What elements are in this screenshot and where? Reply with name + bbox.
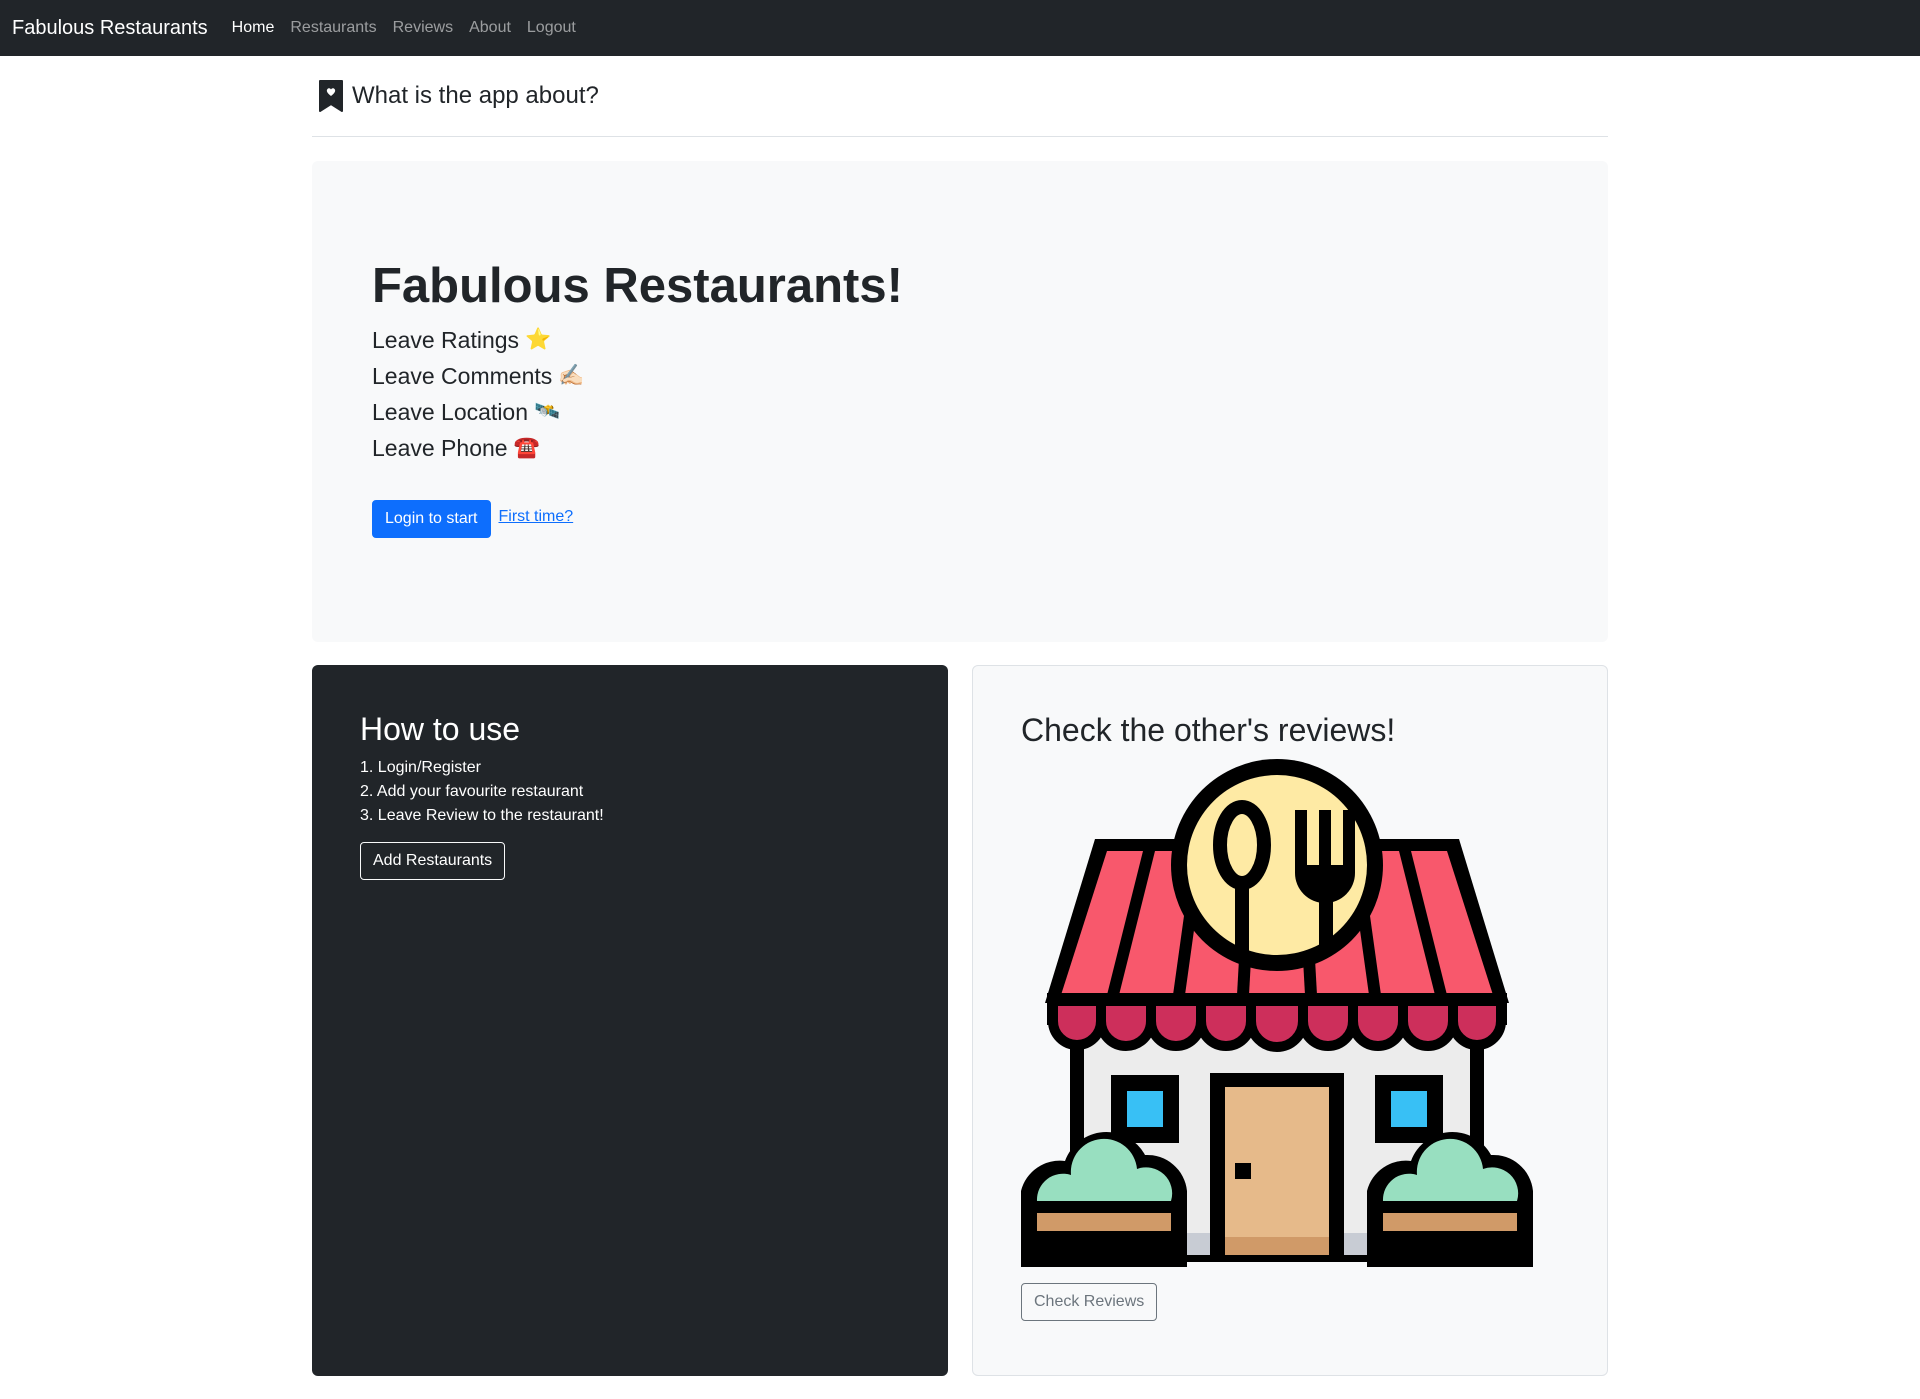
steps-list: 1. Login/Register 2. Add your favourite … [360, 756, 900, 828]
list-item: 3. Leave Review to the restaurant! [360, 807, 604, 824]
feature-location: Leave Location 🛰️ [372, 394, 1548, 430]
page-title: What is the app about? [352, 82, 599, 109]
feature-phone: Leave Phone ☎️ [372, 430, 1548, 466]
check-reviews-button[interactable]: Check Reviews [1021, 1283, 1158, 1321]
hero-section: Fabulous Restaurants! Leave Ratings ⭐ Le… [312, 161, 1608, 642]
satellite-icon: 🛰️ [534, 399, 561, 423]
first-time-link[interactable]: First time? [499, 508, 574, 526]
navbar-brand[interactable]: Fabulous Restaurants [12, 17, 208, 40]
nav-link-about[interactable]: About [469, 19, 511, 37]
feature-label: Leave Comments [372, 362, 553, 389]
hero-title: Fabulous Restaurants! [372, 259, 903, 313]
nav-link-home[interactable]: Home [232, 19, 275, 37]
nav-link-logout[interactable]: Logout [527, 19, 576, 37]
how-to-use-card: How to use 1. Login/Register 2. Add your… [312, 665, 948, 1376]
login-button[interactable]: Login to start [372, 499, 491, 538]
list-item: 2. Add your favourite restaurant [360, 783, 584, 800]
restaurant-building-icon [1021, 759, 1533, 1267]
how-to-use-title: How to use [360, 711, 521, 747]
telephone-icon: ☎️ [513, 435, 540, 459]
writing-hand-icon: ✍🏻 [558, 363, 585, 387]
feature-label: Leave Phone [372, 434, 508, 461]
hero-actions: Login to start First time? [372, 499, 1548, 538]
nav-links: Home Restaurants Reviews About Logout [232, 19, 592, 37]
reviews-card: Check the other's reviews! Check Reviews [972, 665, 1608, 1376]
feature-comments: Leave Comments ✍🏻 [372, 358, 1548, 394]
star-icon: ⭐ [525, 327, 552, 351]
list-item: 1. Login/Register [360, 759, 481, 776]
nav-link-restaurants[interactable]: Restaurants [290, 19, 376, 37]
navbar: Fabulous Restaurants Home Restaurants Re… [0, 0, 1920, 56]
feature-label: Leave Location [372, 398, 529, 425]
feature-ratings: Leave Ratings ⭐ [372, 322, 1548, 358]
nav-link-reviews[interactable]: Reviews [393, 19, 453, 37]
bookmark-heart-icon [318, 79, 344, 113]
feature-label: Leave Ratings [372, 326, 520, 353]
page-header: What is the app about? [312, 56, 1608, 137]
add-restaurants-button[interactable]: Add Restaurants [360, 842, 506, 880]
reviews-card-title: Check the other's reviews! [1021, 712, 1396, 748]
